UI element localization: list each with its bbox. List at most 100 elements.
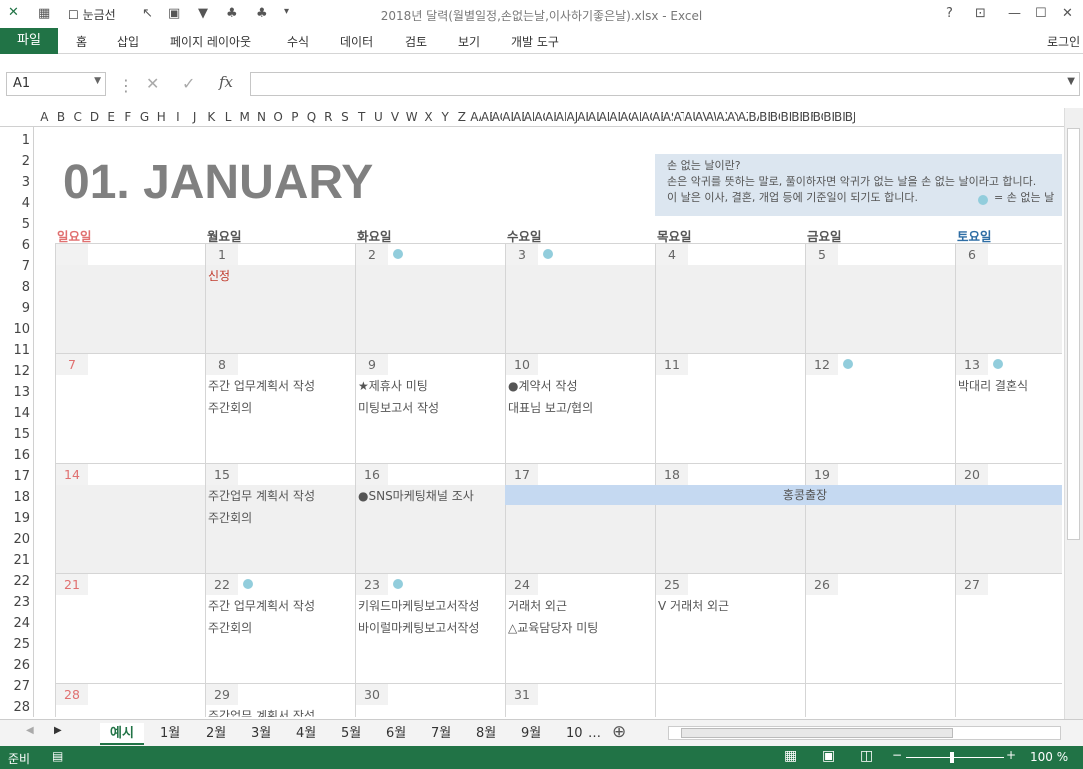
calendar-day-cell[interactable]: 28 [55,684,205,717]
tab-formulas[interactable]: 수식 [287,33,309,50]
row-header[interactable]: 7 [0,259,30,274]
tab-developer[interactable]: 개발 도구 [511,33,559,50]
column-header[interactable]: Q [303,110,320,124]
column-header[interactable]: Z [454,110,471,124]
row-header[interactable]: 18 [0,490,30,505]
column-header[interactable]: BC [770,110,781,124]
row-header[interactable]: 13 [0,385,30,400]
horizontal-scrollbar[interactable] [668,726,1061,740]
calendar-day-cell[interactable]: 7 [55,354,205,463]
column-header[interactable]: AH [545,110,556,124]
column-header[interactable]: BI [834,110,845,124]
row-header[interactable]: 14 [0,406,30,421]
calendar-day-cell[interactable]: 8 주간 업무계획서 작성 주간회의 [205,354,355,463]
worksheet-grid[interactable]: 01. JANUARY 손 없는 날이란? 손은 악귀를 뜻하는 말로, 풀이하… [35,127,1062,717]
column-header[interactable]: BE [791,110,802,124]
column-header[interactable]: BH [823,110,834,124]
sheet-tab[interactable]: 3월 [241,723,281,745]
sheet-tab[interactable]: 예시 [100,723,144,745]
calendar-day-cell[interactable]: 31 [505,684,655,717]
column-header[interactable]: AF [524,110,535,124]
column-header[interactable]: AL [588,110,599,124]
maximize-icon[interactable]: ☐ [1035,6,1047,21]
row-header[interactable]: 24 [0,616,30,631]
tab-home[interactable]: 홈 [76,33,87,50]
calendar-day-cell[interactable]: 12 [805,354,955,463]
function-icon[interactable]: fx [219,73,233,91]
column-header[interactable]: F [120,110,137,124]
ribbon-display-icon[interactable]: ⊡ [975,6,986,21]
row-header[interactable]: 21 [0,553,30,568]
tab-view[interactable]: 보기 [458,33,480,50]
sheet-tab[interactable]: 6월 [376,723,416,745]
name-box[interactable]: A1 ▼ [6,72,106,96]
column-header[interactable]: J [186,110,203,124]
row-header[interactable]: 11 [0,343,30,358]
column-header[interactable]: BA [748,110,759,124]
column-header[interactable]: AP [631,110,642,124]
row-header[interactable]: 22 [0,574,30,589]
row-header[interactable]: 2 [0,154,30,169]
calendar-day-cell[interactable]: 30 [355,684,505,717]
normal-view-icon[interactable]: ▦ [784,748,797,764]
column-header[interactable]: AS [663,110,674,124]
calendar-day-cell[interactable]: 11 [655,354,805,463]
column-header[interactable]: H [153,110,170,124]
column-header[interactable]: G [136,110,153,124]
column-header[interactable]: AR [652,110,663,124]
row-header[interactable]: 6 [0,238,30,253]
calendar-day-cell[interactable]: 16 ●SNS마케팅채널 조사 [355,464,505,574]
calendar-day-cell[interactable]: 14 [55,464,205,574]
sheet-tab[interactable]: 9월 [511,723,551,745]
scroll-right-icon[interactable]: ▶ [54,725,62,736]
calendar-day-cell[interactable]: 21 [55,574,205,683]
column-header[interactable]: V [387,110,404,124]
minimize-icon[interactable]: — [1008,6,1021,21]
column-header[interactable]: Y [437,110,454,124]
column-header[interactable]: B [53,110,70,124]
column-header[interactable]: AQ [641,110,652,124]
row-header[interactable]: 3 [0,175,30,190]
calendar-day-cell[interactable]: 5 [805,244,955,354]
zoom-slider[interactable] [906,757,1004,758]
calendar-day-cell[interactable]: 20 [955,464,1062,574]
page-break-view-icon[interactable]: ◫ [860,748,873,764]
calendar-day-cell[interactable]: 15 주간업무 계획서 작성 주간회의 [205,464,355,574]
calendar-day-cell[interactable]: 26 [805,574,955,683]
calendar-day-cell[interactable]: 18 [655,464,805,574]
calendar-day-cell[interactable]: 2 [355,244,505,354]
more-sheets-icon[interactable]: … [586,723,603,745]
column-header[interactable]: AC [620,110,631,124]
page-layout-view-icon[interactable]: ▣ [822,748,835,764]
zoom-in-icon[interactable]: + [1006,748,1016,762]
column-header[interactable]: AK [577,110,588,124]
column-header[interactable]: AN [609,110,620,124]
calendar-day-cell[interactable]: 9 ★제휴사 미팅 미팅보고서 작성 [355,354,505,463]
scroll-left-icon[interactable]: ◀ [26,725,34,736]
column-header[interactable]: AU [684,110,695,124]
column-header[interactable]: R [320,110,337,124]
column-header[interactable]: AD [502,110,513,124]
column-header[interactable]: S [337,110,354,124]
column-header[interactable]: U [370,110,387,124]
row-header[interactable]: 25 [0,637,30,652]
tab-review[interactable]: 검토 [405,33,427,50]
row-header[interactable]: 28 [0,700,30,715]
calendar-day-cell[interactable] [655,684,805,717]
add-sheet-icon[interactable]: ⊕ [612,722,626,742]
calendar-day-cell[interactable]: 10 ●계약서 작성 대표님 보고/협의 [505,354,655,463]
column-header[interactable]: AG [534,110,545,124]
tab-page-layout[interactable]: 페이지 레이아웃 [170,33,251,50]
calendar-day-cell[interactable]: 29 주간업무 계획서 작성 [205,684,355,717]
row-header[interactable]: 19 [0,511,30,526]
sheet-tab[interactable]: 7월 [421,723,461,745]
calendar-day-cell[interactable]: 17 [505,464,655,574]
calendar-day-cell[interactable]: 19 [805,464,955,574]
sheet-tab[interactable]: 8월 [466,723,506,745]
cancel-icon[interactable]: ✕ [146,74,159,93]
calendar-day-cell[interactable]: 23 키워드마케팅보고서작성 바이럴마케팅보고서작성 [355,574,505,683]
help-icon[interactable]: ? [946,6,953,21]
column-header[interactable]: BJ [845,110,856,124]
calendar-day-cell[interactable] [805,684,955,717]
enter-icon[interactable]: ✓ [182,74,195,93]
